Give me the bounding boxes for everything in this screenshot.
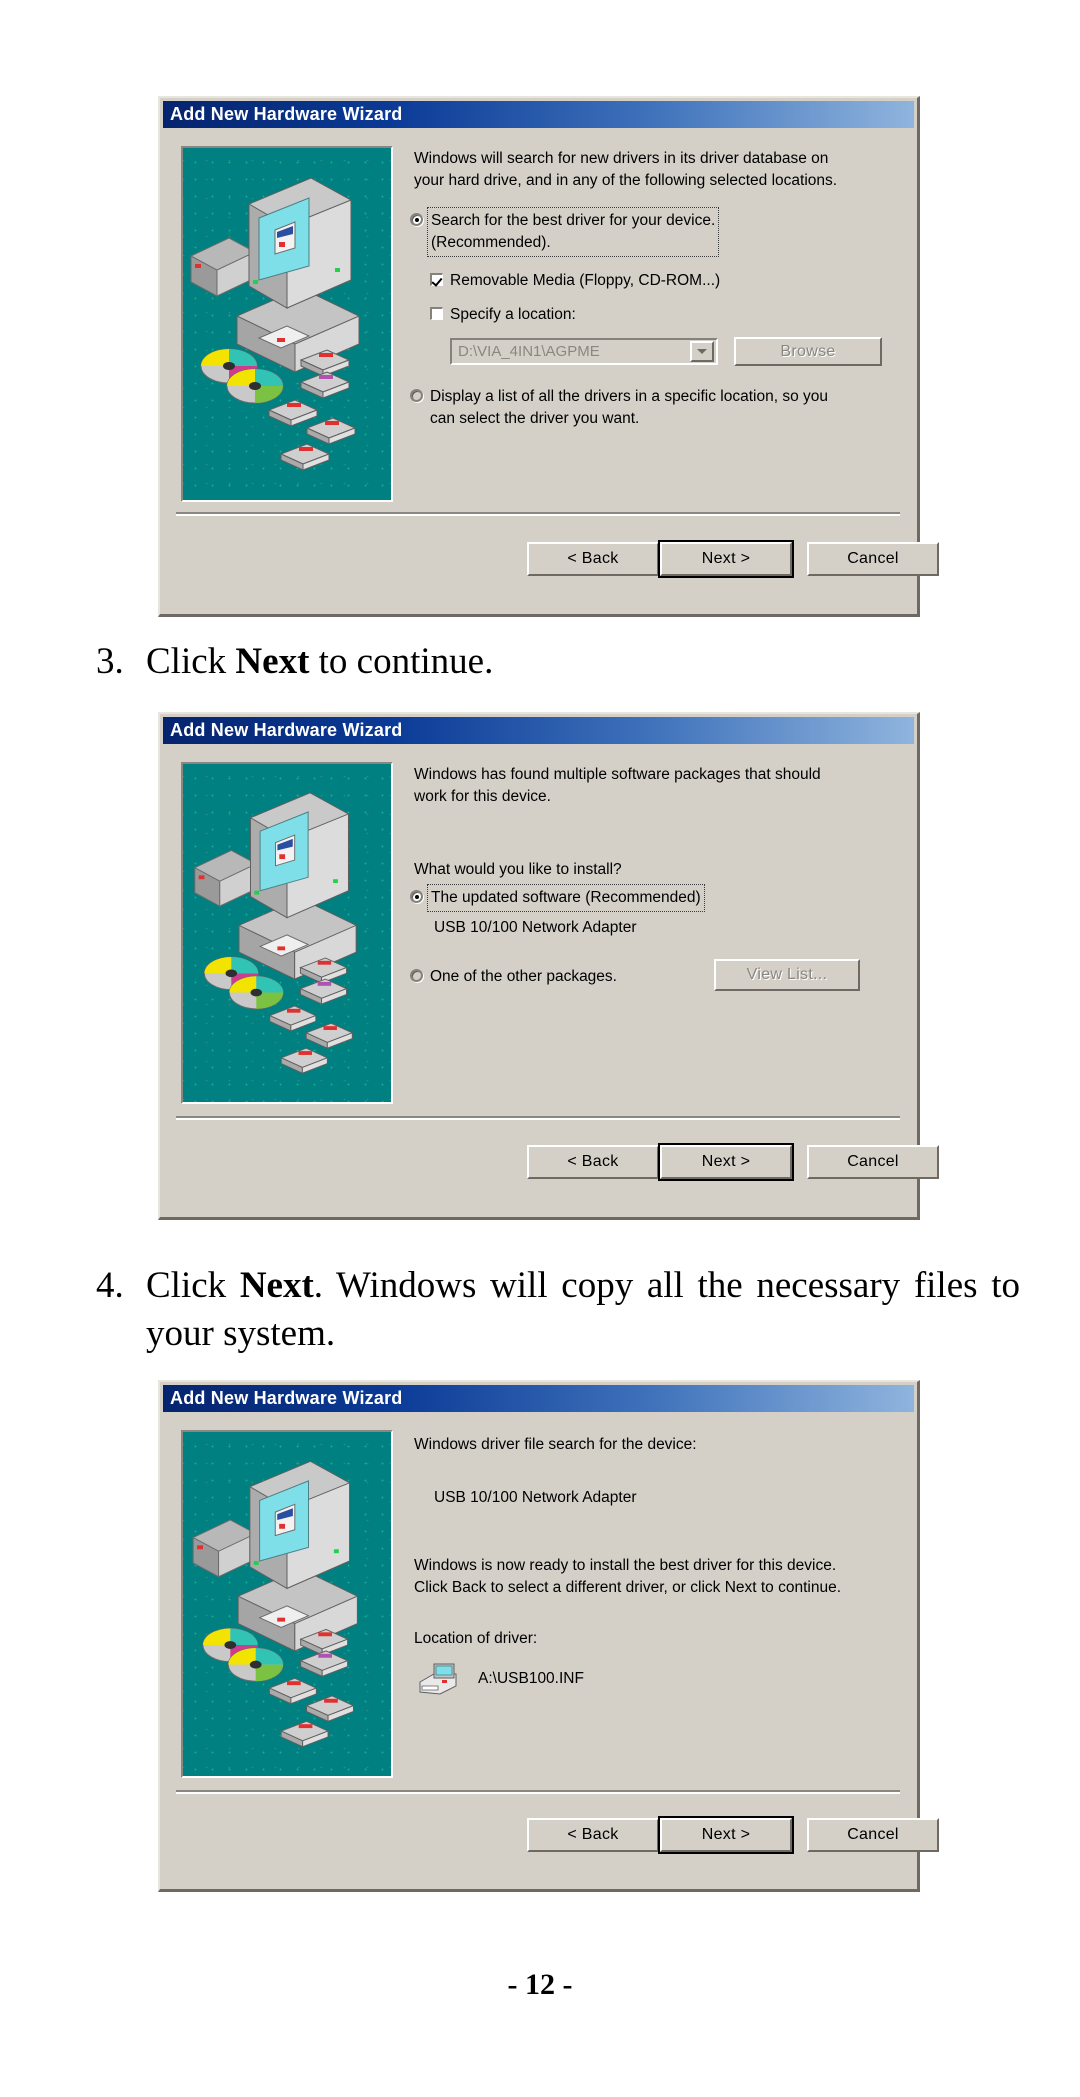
dialog-3-ready-text: Windows is now ready to install the best… <box>414 1557 842 1596</box>
next-button-label: Next > <box>701 1826 751 1843</box>
dialog-2-intro-text: Windows has found multiple software pack… <box>414 766 821 805</box>
step-4-number: 4. <box>96 1265 124 1306</box>
radio-updated-software[interactable]: The updated software (Recommended) <box>410 884 880 912</box>
chevron-down-icon[interactable] <box>690 341 714 362</box>
back-button[interactable]: < Back <box>527 1818 659 1852</box>
add-new-hardware-wizard-dialog-2: Add New Hardware Wizard Windows has foun… <box>158 712 939 1220</box>
floppy-drive-icon <box>419 1663 457 1695</box>
browse-button[interactable]: Browse <box>734 337 882 366</box>
step-3-bold: Next <box>235 641 310 682</box>
radio-updated-software-label: The updated software (Recommended) <box>427 884 705 912</box>
back-button[interactable]: < Back <box>527 542 659 576</box>
radio-other-packages[interactable]: One of the other packages. <box>410 966 730 988</box>
dialog-3-driver-path: A:\USB100.INF <box>478 1670 584 1687</box>
add-new-hardware-wizard-dialog-3: Add New Hardware Wizard Windows driver f… <box>158 1380 939 1892</box>
dialog-2-question-text: What would you like to install? <box>414 861 622 878</box>
cancel-button[interactable]: Cancel <box>807 542 939 576</box>
dialog-3-title: Add New Hardware Wizard <box>170 1388 403 1408</box>
next-button[interactable]: Next > <box>660 542 792 576</box>
add-new-hardware-wizard-dialog-1: Add New Hardware Wizard Windows will sea… <box>158 96 939 617</box>
radio-search-best-driver[interactable]: Search for the best driver for your devi… <box>410 207 880 257</box>
step-4-bold: Next <box>239 1265 314 1306</box>
step-4-text: Click Next. Windows will copy all the ne… <box>146 1262 1020 1358</box>
browse-button-label: Browse <box>780 342 836 360</box>
step-4: 4. Click Next. Windows will copy all the… <box>60 1262 1020 1358</box>
cancel-button-label: Cancel <box>847 550 899 567</box>
next-button[interactable]: Next > <box>660 1818 792 1852</box>
step-3-text: Click Next to continue. <box>146 638 1020 686</box>
step-3: 3. Click Next to continue. <box>60 638 1020 686</box>
dialog-2-separator <box>176 1116 900 1120</box>
dialog-1-title: Add New Hardware Wizard <box>170 104 403 124</box>
page-number: - 12 - <box>0 1968 1080 2002</box>
wizard-illustration-panel-1 <box>181 146 393 502</box>
radio-indicator <box>410 213 423 226</box>
dialog-2-body: Windows has found multiple software pack… <box>160 744 939 1217</box>
step-3-text-after: to continue. <box>309 641 494 682</box>
dialog-1-titlebar[interactable]: Add New Hardware Wizard <box>163 101 914 128</box>
checkbox-indicator <box>430 307 443 320</box>
computer-and-drivers-illustration <box>190 177 360 471</box>
computer-and-drivers-illustration <box>192 1460 358 1748</box>
dialog-1-intro-text: Windows will search for new drivers in i… <box>414 150 838 189</box>
dialog-2-device-name: USB 10/100 Network Adapter <box>434 919 637 936</box>
next-button-label: Next > <box>701 550 751 567</box>
dialog-3-location-label: Location of driver: <box>414 1630 538 1647</box>
location-combobox-value: D:\VIA_4IN1\AGPME <box>458 343 600 360</box>
dialog-2-titlebar[interactable]: Add New Hardware Wizard <box>163 717 914 744</box>
dialog-3-body: Windows driver file search for the devic… <box>160 1412 939 1889</box>
radio-display-driver-list-label: Display a list of all the drivers in a s… <box>430 388 829 427</box>
dialog-1-body: Windows will search for new drivers in i… <box>160 128 939 614</box>
back-button-label: < Back <box>567 550 619 567</box>
cancel-button-label: Cancel <box>847 1826 899 1843</box>
dialog-2-title: Add New Hardware Wizard <box>170 720 403 740</box>
dialog-3-intro-text: Windows driver file search for the devic… <box>414 1436 697 1453</box>
radio-search-best-driver-label: Search for the best driver for your devi… <box>426 207 720 257</box>
checkbox-specify-location-label: Specify a location: <box>450 306 576 323</box>
radio-indicator <box>410 389 423 402</box>
radio-other-packages-label: One of the other packages. <box>430 968 617 985</box>
step-4-text-before: Click <box>146 1265 240 1306</box>
dialog-1-separator <box>176 512 900 516</box>
back-button[interactable]: < Back <box>527 1145 659 1179</box>
checkbox-removable-media[interactable]: Removable Media (Floppy, CD-ROM...) <box>430 270 880 292</box>
back-button-label: < Back <box>567 1826 619 1843</box>
radio-indicator <box>410 969 423 982</box>
cancel-button[interactable]: Cancel <box>807 1818 939 1852</box>
radio-indicator <box>410 890 423 903</box>
page-number-label: - 12 - <box>507 1968 573 2001</box>
step-3-number: 3. <box>96 641 124 682</box>
view-list-button-label: View List... <box>746 966 828 983</box>
back-button-label: < Back <box>567 1153 619 1170</box>
checkbox-specify-location[interactable]: Specify a location: <box>430 304 880 326</box>
dialog-3-titlebar[interactable]: Add New Hardware Wizard <box>163 1385 914 1412</box>
manual-page: Add New Hardware Wizard Windows will sea… <box>0 0 1080 2097</box>
dialog-3-separator <box>176 1790 900 1794</box>
next-button[interactable]: Next > <box>660 1145 792 1179</box>
cancel-button-label: Cancel <box>847 1153 899 1170</box>
step-3-text-before: Click <box>146 641 236 682</box>
view-list-button[interactable]: View List... <box>714 959 860 991</box>
radio-display-driver-list[interactable]: Display a list of all the drivers in a s… <box>410 386 890 430</box>
computer-and-drivers-illustration <box>194 792 357 1074</box>
location-combobox[interactable]: D:\VIA_4IN1\AGPME <box>450 338 718 365</box>
next-button-label: Next > <box>701 1153 751 1170</box>
dialog-3-device-name: USB 10/100 Network Adapter <box>434 1489 637 1506</box>
checkbox-indicator <box>430 273 443 286</box>
wizard-illustration-panel-2 <box>181 762 393 1104</box>
checkbox-removable-media-label: Removable Media (Floppy, CD-ROM...) <box>450 272 721 289</box>
cancel-button[interactable]: Cancel <box>807 1145 939 1179</box>
wizard-illustration-panel-3 <box>181 1430 393 1778</box>
